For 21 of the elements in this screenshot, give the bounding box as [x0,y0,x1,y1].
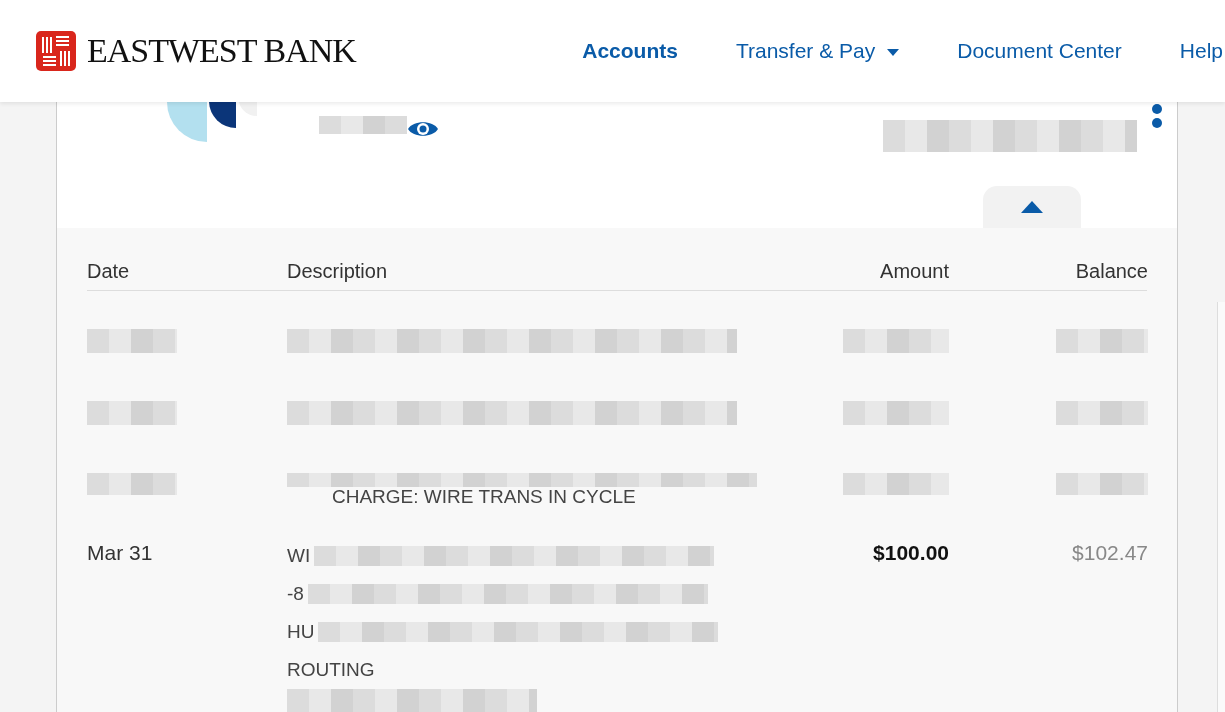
more-options-icon[interactable] [1151,102,1163,130]
description-text: WI [287,543,311,568]
column-header: Date [87,259,130,284]
nav-link[interactable]: Help [1179,35,1223,67]
nav-link[interactable]: Accounts [582,35,678,67]
description-text: -8 [287,581,304,606]
description-text: ROUTING [287,657,375,682]
column-header: Description [287,259,388,284]
column-header: Balance [1075,259,1148,284]
nav-link[interactable]: Transfer & Pay [735,35,900,67]
transaction-description: CHARGE: WIRE TRANS IN CYCLE [332,487,636,506]
nav-link[interactable]: Document Center [957,35,1122,67]
bank-name: EASTWEST BANK [87,34,356,68]
description-text: HU [287,619,315,644]
transaction-balance: $102.47 [1072,540,1148,566]
column-header: Amount [880,259,949,284]
transaction-amount: $100.00 [873,540,949,566]
logo-icon [35,30,77,72]
collapse-button[interactable] [983,186,1081,228]
transaction-date: Mar 31 [87,540,153,566]
up-arrow-icon [1021,201,1043,213]
